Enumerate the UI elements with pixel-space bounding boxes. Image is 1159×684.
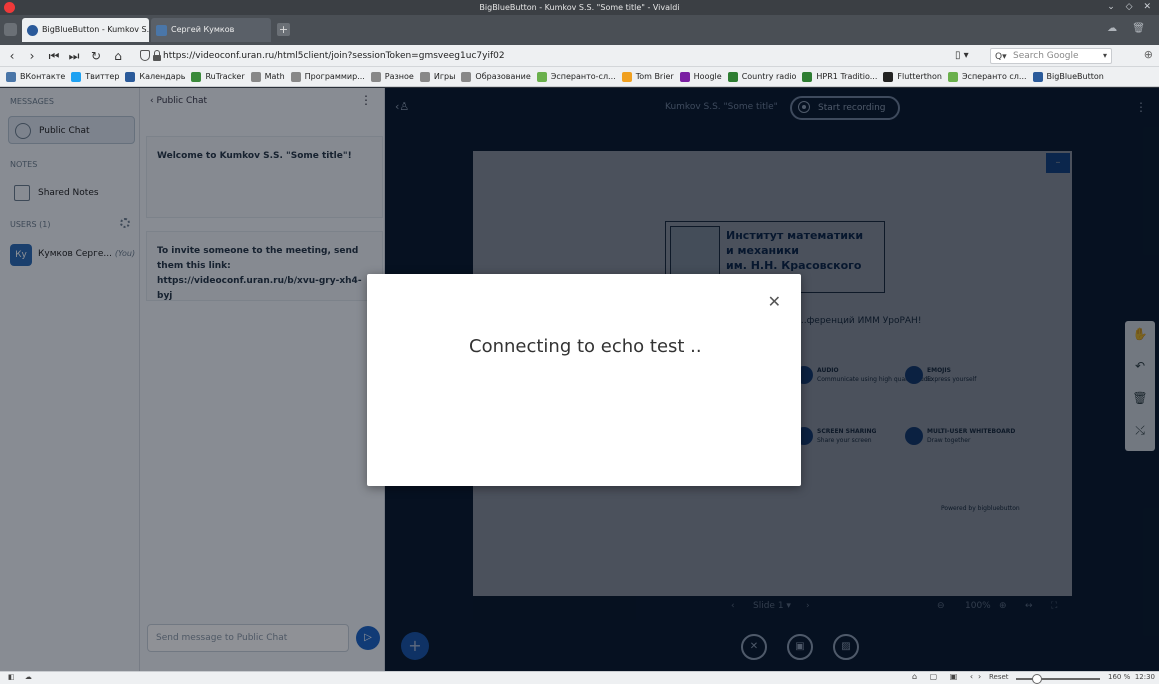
bookmark-item[interactable]: Math (250, 67, 285, 86)
folder-icon (290, 72, 301, 82)
window-titlebar: BigBlueButton - Kumkov S.S. "Some title"… (0, 0, 1159, 15)
rewind-icon[interactable]: ⏮ (46, 47, 62, 65)
bookmark-label: Эсперанто сл... (961, 72, 1027, 81)
bookmark-label: HPR1 Traditio... (816, 72, 878, 81)
shield-icon[interactable] (140, 50, 150, 61)
bbb-icon (1032, 72, 1043, 82)
bookmark-label: Игры (433, 72, 456, 81)
vivaldi-logo-icon[interactable] (4, 2, 15, 13)
statusbar-icons[interactable]: ⌂ ▢ ▣ ‹› (912, 672, 986, 681)
bbb-icon (27, 25, 38, 36)
close-icon[interactable]: ✕ (768, 292, 781, 311)
bookmark-label: Календарь (139, 72, 186, 81)
bookmark-label: Разное (384, 72, 414, 81)
tombrier-icon (621, 72, 632, 82)
globe-icon[interactable]: ⊕ (1144, 48, 1153, 61)
window-controls[interactable]: ⌄ ◇ ✕ (1107, 0, 1155, 15)
bookmark-item[interactable]: Country radio (727, 67, 797, 86)
star-icon (947, 72, 958, 82)
fast-forward-icon[interactable]: ⏭ (66, 47, 82, 65)
vivaldi-menu-button[interactable] (4, 23, 17, 36)
forward-icon[interactable]: › (24, 47, 40, 65)
bookmark-item[interactable]: Календарь (125, 67, 186, 86)
tab-label: Сергей Кумков (171, 25, 235, 34)
bookmark-item[interactable]: Игры (419, 67, 456, 86)
tab-label: BigBlueButton - Kumkov S.S. (42, 25, 149, 34)
search-input[interactable]: Q▾ Search Google ▾ (990, 48, 1112, 64)
new-tab-button[interactable]: + (277, 23, 290, 36)
reload-icon[interactable]: ↻ (88, 47, 104, 65)
zoom-value: 160 % (1108, 673, 1131, 681)
rutracker-icon (191, 72, 202, 82)
folder-icon (370, 72, 381, 82)
modal-message: Connecting to echo test .. (469, 336, 702, 357)
search-icon: Q▾ (995, 52, 1007, 62)
bookmark-item[interactable]: HPR1 Traditio... (802, 67, 878, 86)
github-icon (883, 72, 894, 82)
address-bar: ‹ › ⏮ ⏭ ↻ ⌂ https://videoconf.uran.ru/ht… (0, 45, 1159, 67)
bookmark-item[interactable]: Tom Brier (621, 67, 674, 86)
url-field[interactable]: https://videoconf.uran.ru/html5client/jo… (137, 47, 957, 65)
folder-icon (250, 72, 261, 82)
lambda-icon (679, 72, 690, 82)
bookmark-label: Программир... (304, 72, 365, 81)
tabbar-right-icons[interactable]: ☁ 🗑 (1107, 23, 1151, 34)
echo-test-modal: ✕ Connecting to echo test .. (367, 274, 801, 486)
radio-icon (802, 72, 813, 82)
bookmark-label: Эсперанто-сл... (550, 72, 616, 81)
bookmark-label: Country radio (741, 72, 797, 81)
bookmark-item[interactable]: Твиттер (71, 67, 120, 86)
bookmark-item[interactable]: Эсперанто-сл... (536, 67, 616, 86)
folder-icon (461, 72, 472, 82)
bookmark-label: ВКонтакте (20, 72, 66, 81)
tab-vk-profile[interactable]: Сергей Кумков (151, 18, 271, 42)
panel-toggle-icon[interactable]: ◧ ☁ (8, 673, 36, 681)
vk-icon (156, 25, 167, 36)
search-placeholder: Search Google (1013, 51, 1079, 61)
bookmark-label: Hoogle (693, 72, 722, 81)
bookmark-label: Образование (475, 72, 531, 81)
tab-bar: BigBlueButton - Kumkov S.S. Сергей Кумко… (0, 15, 1159, 45)
bookmark-label: Flutterthon (897, 72, 942, 81)
chevron-down-icon[interactable]: ▾ (1103, 49, 1107, 63)
bookmark-label: BigBlueButton (1046, 72, 1104, 81)
radio-icon (727, 72, 738, 82)
bookmark-item[interactable]: Программир... (290, 67, 365, 86)
home-icon[interactable]: ⌂ (110, 47, 126, 65)
star-icon (536, 72, 547, 82)
bookmarks-bar: ВКонтакте Твиттер Календарь RuTracker Math Пр… (0, 67, 1159, 87)
tab-bigbluebutton[interactable]: BigBlueButton - Kumkov S.S. (22, 18, 149, 42)
clock: 12:30 (1134, 673, 1155, 681)
bookmark-item[interactable]: Разное (370, 67, 414, 86)
bookmark-item[interactable]: Flutterthon (883, 67, 942, 86)
zoom-slider-knob[interactable] (1032, 674, 1042, 684)
twitter-icon (71, 72, 82, 82)
bookmark-label: RuTracker (205, 72, 245, 81)
zoom-reset-button[interactable]: Reset (989, 673, 1009, 681)
bookmark-icon[interactable]: ▯ ▾ (955, 47, 969, 65)
bookmark-label: Tom Brier (635, 72, 674, 81)
bookmark-item[interactable]: BigBlueButton (1032, 67, 1104, 86)
bookmark-item[interactable]: ВКонтакте (6, 67, 66, 86)
url-text: https://videoconf.uran.ru/html5client/jo… (163, 51, 505, 61)
zoom-slider-track[interactable] (1016, 678, 1100, 680)
bookmark-label: Math (264, 72, 285, 81)
bookmark-label: Твиттер (85, 72, 120, 81)
folder-icon (419, 72, 430, 82)
vk-icon (6, 72, 16, 82)
status-bar: ◧ ☁ ⌂ ▢ ▣ ‹› Reset 160 % 12:30 (0, 671, 1159, 684)
back-icon[interactable]: ‹ (4, 47, 20, 65)
lock-icon[interactable] (152, 50, 162, 61)
bookmark-item[interactable]: Образование (461, 67, 531, 86)
bookmark-item[interactable]: RuTracker (191, 67, 245, 86)
calendar-icon (125, 72, 136, 82)
bookmark-item[interactable]: Эсперанто сл... (947, 67, 1027, 86)
window-title: BigBlueButton - Kumkov S.S. "Some title"… (479, 3, 680, 12)
bookmark-item[interactable]: Hoogle (679, 67, 722, 86)
